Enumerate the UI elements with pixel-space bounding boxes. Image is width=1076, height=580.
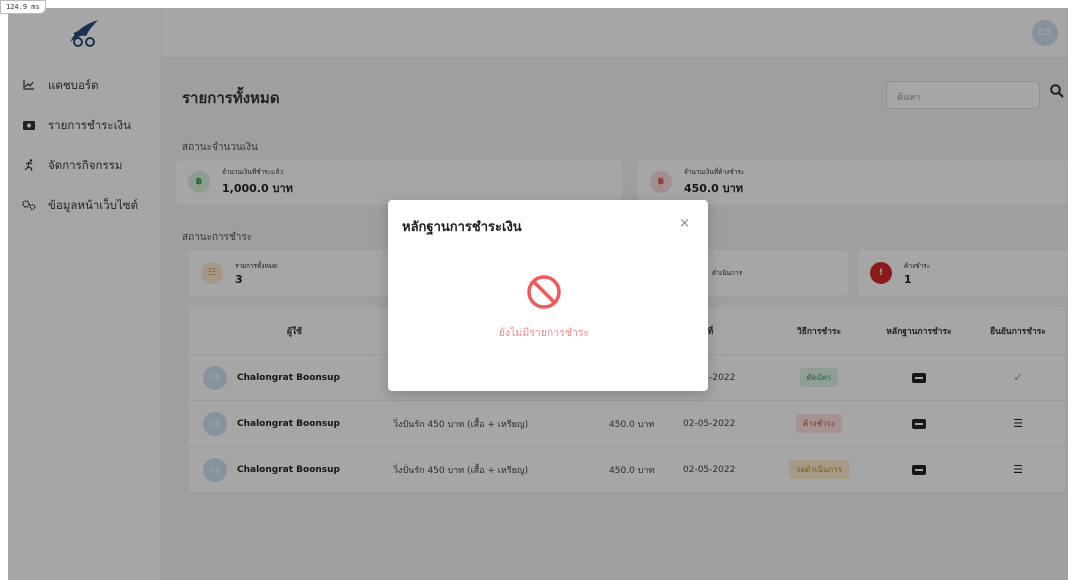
modal-title: หลักฐานการชำระเงิน	[402, 220, 522, 235]
app-window: แดชบอร์ด รายการชำระเงิน จัดการกิจกรรม ข้…	[8, 8, 1068, 580]
payment-evidence-modal: หลักฐานการชำระเงิน × ยังไม่มีรายการชำระ	[388, 200, 708, 391]
render-time-badge: 124.9 ms	[0, 0, 46, 14]
prohibited-icon	[526, 274, 562, 310]
empty-state-text: ยังไม่มีรายการชำระ	[498, 327, 590, 339]
close-icon[interactable]: ×	[679, 216, 690, 231]
